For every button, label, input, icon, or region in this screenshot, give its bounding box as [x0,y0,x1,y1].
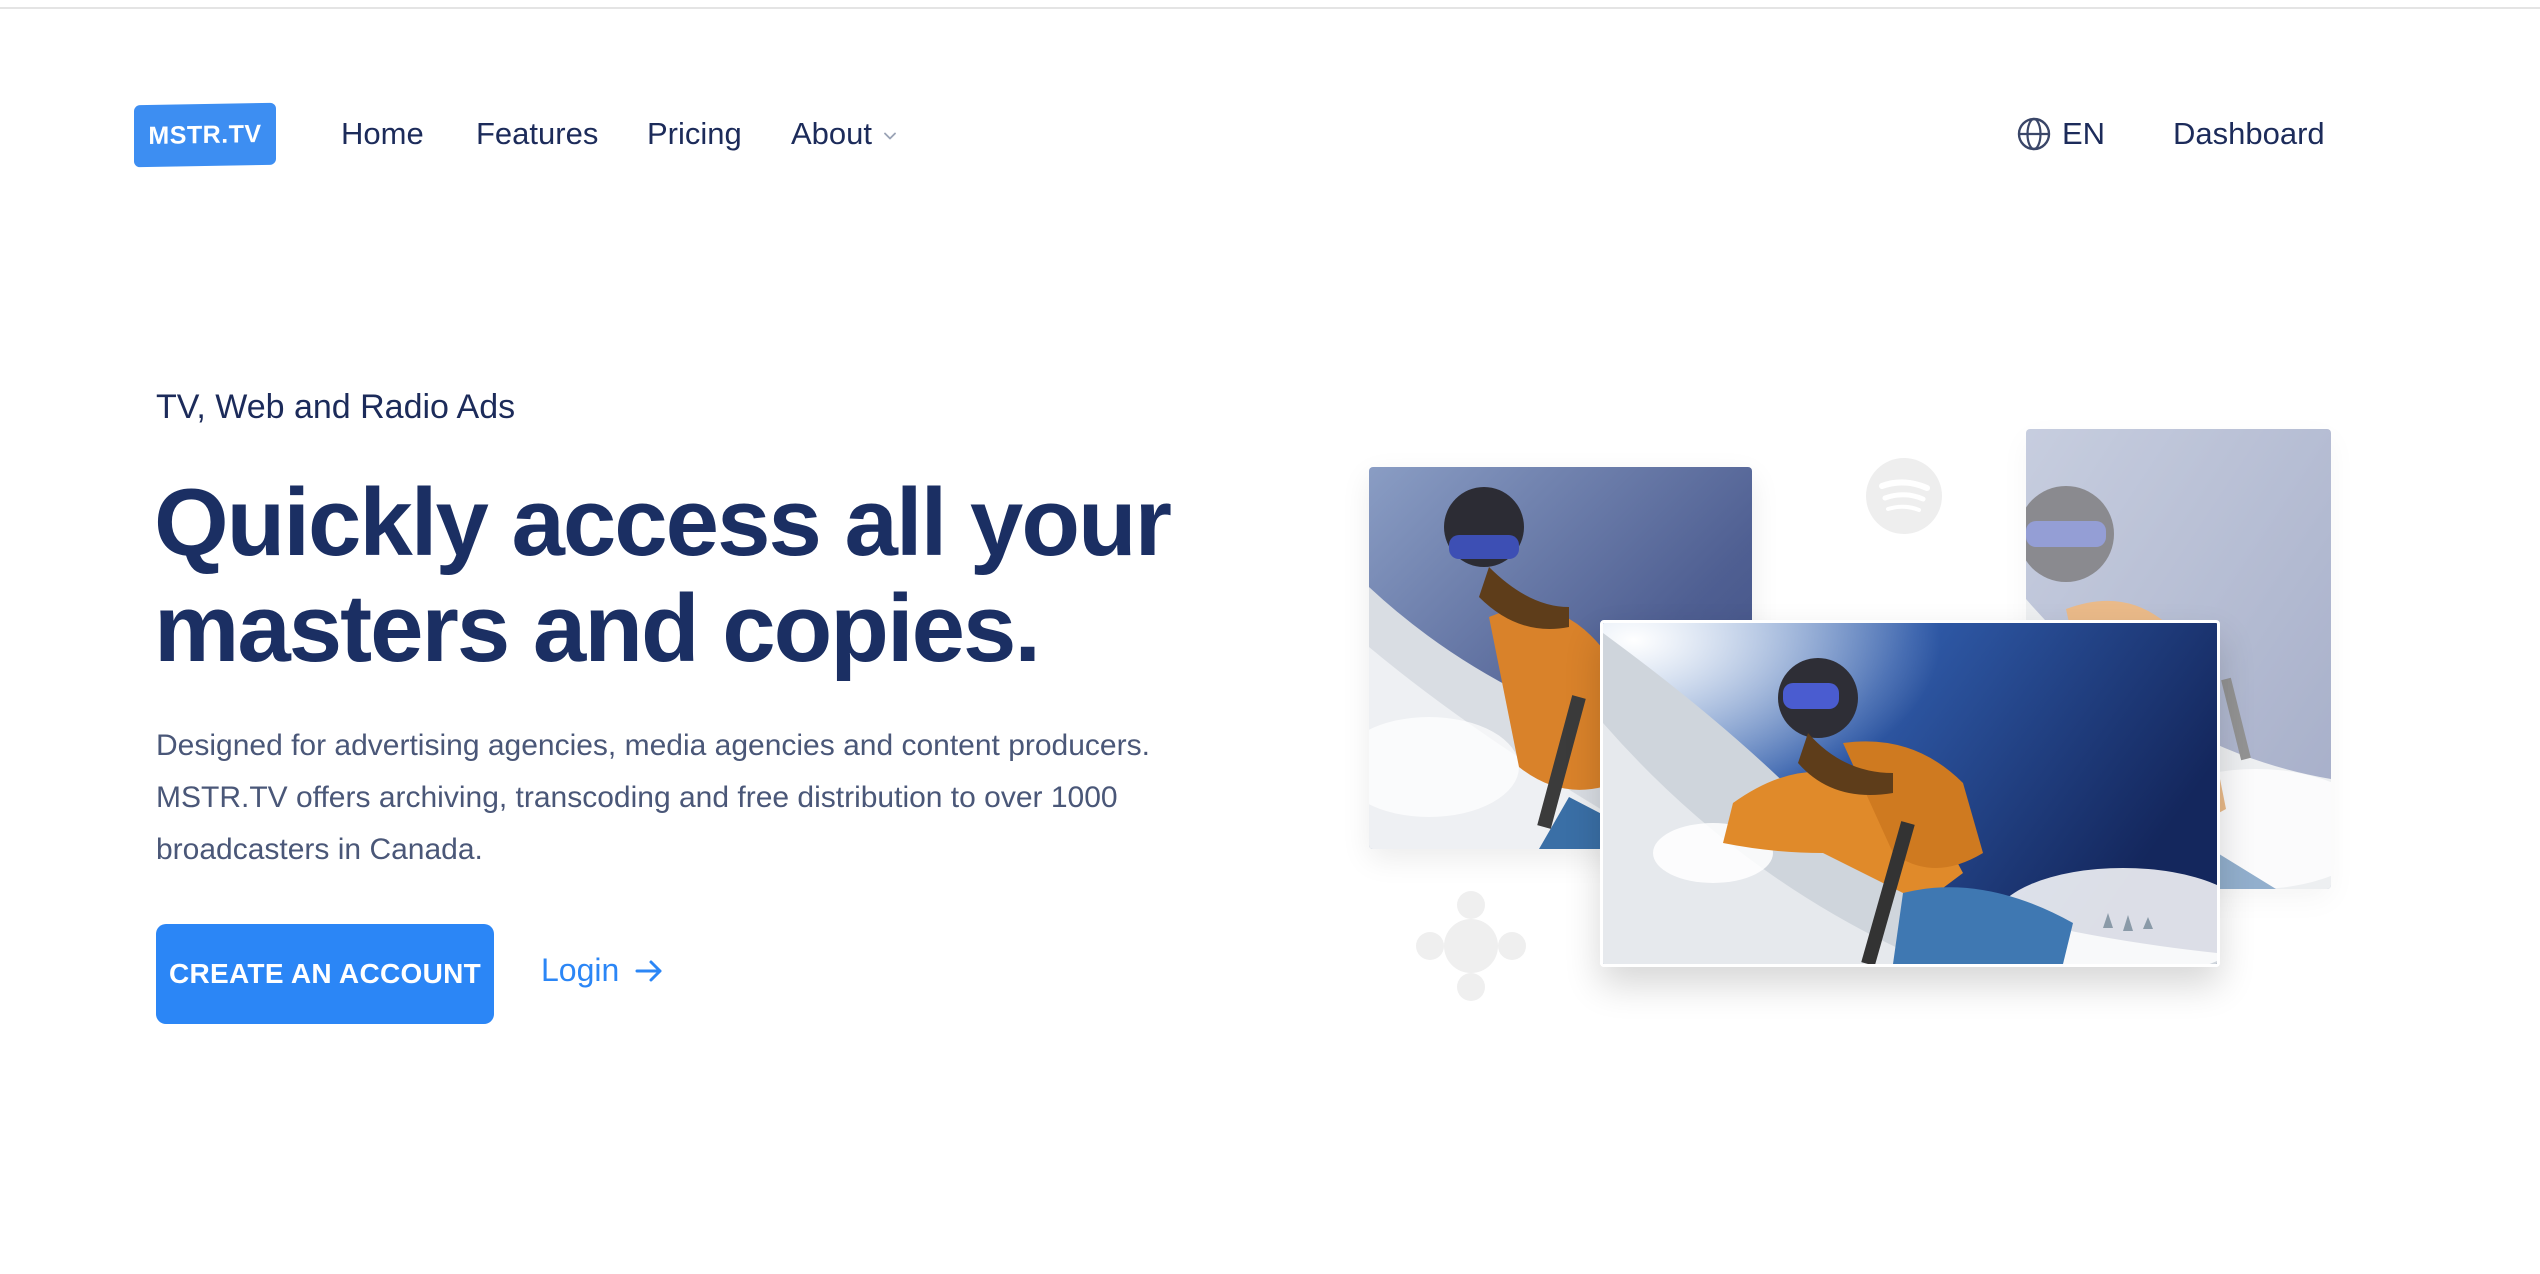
snowboarder-photo-main [1600,620,2220,967]
login-link[interactable]: Login [541,952,665,989]
create-account-label: CREATE AN ACCOUNT [168,958,482,989]
hero-headline-line-2: masters and copies. [154,575,1041,682]
cbc-logo [1416,891,1526,1001]
globe-icon [2017,117,2051,151]
hero-description-line-1: Designed for advertising agencies, media… [156,729,1150,762]
spotify-logo [1866,458,1942,534]
top-navigation: MSTR.TV Home Features Pricing About EN D… [0,100,2540,172]
hero-description-line-2: MSTR.TV offers archiving, transcoding an… [156,781,1118,814]
nav-link-about[interactable]: About [791,116,898,152]
nav-link-features[interactable]: Features [476,116,598,152]
nav-link-home[interactable]: Home [341,116,424,152]
browser-top-border [0,0,2540,9]
language-selector[interactable]: EN [2016,116,2105,152]
hero-description: Designed for advertising agencies, media… [156,720,1336,876]
create-account-button[interactable]: CREATE AN ACCOUNT [156,924,494,1024]
nav-link-pricing[interactable]: Pricing [647,116,742,152]
language-label: EN [2062,116,2106,151]
chevron-down-icon [884,132,896,140]
hero-headline: Quickly access all your masters and copi… [154,470,1304,682]
login-label: Login [541,952,620,988]
logo-text: MSTR.TV [148,119,262,150]
logo[interactable]: MSTR.TV [134,102,276,168]
nav-link-about-label: About [791,116,873,151]
arrow-right-icon [635,960,662,981]
hero-headline-line-1: Quickly access all your [154,469,1172,576]
hero-eyebrow: TV, Web and Radio Ads [156,388,516,426]
hero-description-line-3: broadcasters in Canada. [156,833,483,866]
dashboard-link[interactable]: Dashboard [2173,116,2325,152]
